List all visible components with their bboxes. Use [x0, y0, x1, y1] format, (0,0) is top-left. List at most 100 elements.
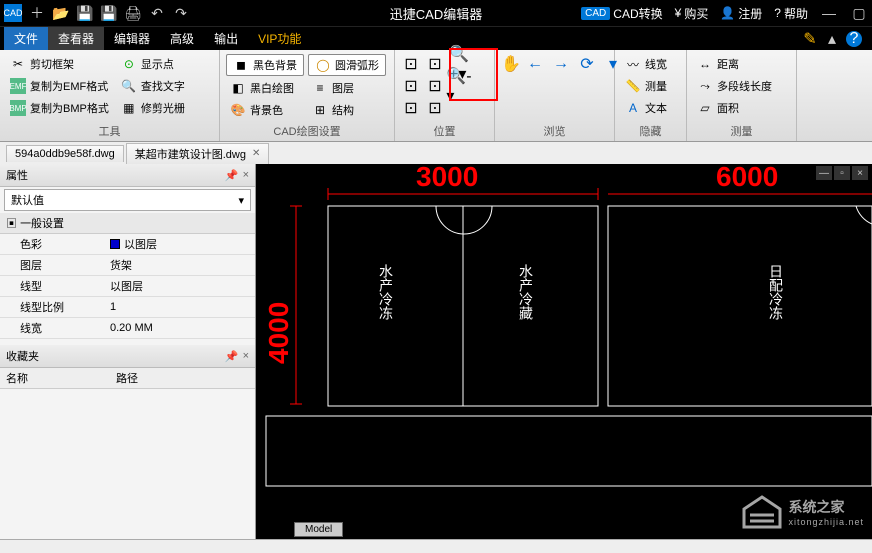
distance-button[interactable]: ↔距离: [693, 54, 776, 74]
cad-convert-button[interactable]: CADCAD转换: [581, 5, 662, 22]
new-icon[interactable]: ＋: [28, 4, 46, 22]
points-icon: ⊙: [121, 56, 137, 72]
drawing-canvas[interactable]: — ▫ × 3000 6000 4000 水产冷冻 水产冷藏 日配冷冻: [256, 164, 872, 539]
redo-icon[interactable]: ↷: [172, 4, 190, 22]
yen-icon: ¥: [675, 6, 682, 20]
tab-viewer[interactable]: 查看器: [48, 27, 104, 50]
status-bar: [0, 539, 872, 553]
help-circle-icon[interactable]: ?: [846, 31, 862, 47]
favorites-header: 收藏夹 📌×: [0, 345, 255, 368]
cad-drawing: 3000 6000 4000 水产冷冻 水产冷藏 日配冷冻: [256, 164, 872, 524]
fav-col-path[interactable]: 路径: [110, 368, 220, 388]
layers-button[interactable]: ≡图层: [308, 78, 386, 98]
pos-4-button[interactable]: ⊡: [425, 54, 445, 74]
fav-col-name[interactable]: 名称: [0, 368, 110, 388]
edit-icon[interactable]: ✎: [802, 31, 818, 47]
default-value-dropdown[interactable]: 默认值 ▾: [4, 189, 251, 211]
save-icon[interactable]: 💾: [76, 4, 94, 22]
buy-button[interactable]: ¥购买: [675, 5, 709, 22]
minimize-icon[interactable]: —: [820, 4, 838, 22]
help-icon: ?: [774, 6, 781, 20]
app-icon[interactable]: CAD: [4, 4, 22, 22]
group-browse-label: 浏览: [501, 121, 608, 139]
file-tab-2[interactable]: 某超市建筑设计图.dwg✕: [126, 143, 270, 164]
file-tab-1[interactable]: 594a0ddb9e58f.dwg: [6, 145, 124, 162]
nav-left-button[interactable]: ←: [525, 54, 545, 74]
group-tools-label: 工具: [6, 121, 213, 139]
nav-right-button[interactable]: →: [551, 54, 571, 74]
open-icon[interactable]: 📂: [52, 4, 70, 22]
maximize-icon[interactable]: ▢: [850, 4, 868, 22]
tab-file[interactable]: 文件: [4, 27, 48, 50]
color-icon: 🎨: [230, 102, 246, 118]
smooth-arc-button[interactable]: ◯圆滑弧形: [308, 54, 386, 76]
pin-icon[interactable]: 📌: [225, 169, 239, 182]
help-button[interactable]: ?帮助: [774, 5, 808, 22]
black-bg-button[interactable]: ◼黑色背景: [226, 54, 304, 76]
titlebar: CAD ＋ 📂 💾 💾 🖨 ↶ ↷ 迅捷CAD编辑器 CADCAD转换 ¥购买 …: [0, 0, 872, 26]
room-2: 水产冷藏: [518, 264, 534, 320]
pos-5-button[interactable]: ⊡: [425, 76, 445, 96]
text-hide-button[interactable]: A文本: [621, 98, 671, 118]
pos-2-button[interactable]: ⊡: [401, 76, 421, 96]
pos-1-button[interactable]: ⊡: [401, 54, 421, 74]
layers-icon: ≡: [312, 80, 328, 96]
canvas-close-icon[interactable]: ×: [852, 166, 868, 180]
zoom-out-button[interactable]: 🔍-▾: [449, 76, 469, 96]
dim-4000: 4000: [263, 302, 294, 364]
pan-button[interactable]: ✋: [501, 54, 521, 74]
pos-3-button[interactable]: ⊡: [401, 98, 421, 118]
bw-icon: ◧: [230, 80, 246, 96]
group-position-label: 位置: [401, 121, 488, 139]
ribbon-tabs: 文件 查看器 编辑器 高级 输出 VIP功能 ✎ ▴ ?: [0, 26, 872, 50]
prop-row-linescale[interactable]: 线型比例1: [0, 297, 255, 318]
prop-row-linewidth[interactable]: 线宽0.20 MM: [0, 318, 255, 339]
quick-access-toolbar: CAD ＋ 📂 💾 💾 🖨 ↶ ↷: [4, 4, 190, 22]
panel-close-icon[interactable]: ×: [243, 350, 249, 363]
undo-icon[interactable]: ↶: [148, 4, 166, 22]
nav-refresh-button[interactable]: ⟳: [577, 54, 597, 74]
watermark: 系统之家 xitongzhijia.net: [742, 495, 864, 529]
canvas-min-icon[interactable]: —: [816, 166, 832, 180]
file-tabs: 594a0ddb9e58f.dwg 某超市建筑设计图.dwg✕: [0, 142, 872, 164]
struct-icon: ⊞: [312, 102, 328, 118]
tab-output[interactable]: 输出: [204, 27, 248, 50]
find-text-button[interactable]: 🔍查找文字: [117, 76, 189, 96]
tab-editor[interactable]: 编辑器: [104, 27, 160, 50]
copy-bmp-button[interactable]: BMP复制为BMP格式: [6, 98, 113, 118]
panel-close-icon[interactable]: ×: [243, 169, 249, 182]
canvas-max-icon[interactable]: ▫: [834, 166, 850, 180]
tab-vip[interactable]: VIP功能: [248, 27, 311, 50]
copy-emf-button[interactable]: EMF复制为EMF格式: [6, 76, 113, 96]
pin-icon[interactable]: 📌: [225, 350, 239, 363]
close-icon[interactable]: ✕: [252, 148, 260, 159]
linewidth-button[interactable]: 〰线宽: [621, 54, 671, 74]
prop-row-linetype[interactable]: 线型以图层: [0, 276, 255, 297]
register-button[interactable]: 👤注册: [720, 5, 762, 22]
print-icon[interactable]: 🖨: [124, 4, 142, 22]
room-1: 水产冷冻: [378, 264, 394, 320]
collapse-icon[interactable]: ▴: [824, 31, 840, 47]
general-section[interactable]: ▣ 一般设置: [0, 213, 255, 234]
poly-icon: ⤳: [697, 78, 713, 94]
blackbg-icon: ◼: [233, 57, 249, 73]
polyline-len-button[interactable]: ⤳多段线长度: [693, 76, 776, 96]
property-grid: 色彩以图层 图层货架 线型以图层 线型比例1 线宽0.20 MM: [0, 234, 255, 339]
saveall-icon[interactable]: 💾: [100, 4, 118, 22]
measure-hide-button[interactable]: 📏测量: [621, 76, 671, 96]
model-tab[interactable]: Model: [294, 522, 343, 537]
crop-frame-button[interactable]: ✂剪切框架: [6, 54, 113, 74]
trim-raster-button[interactable]: ▦修剪光栅: [117, 98, 189, 118]
area-button[interactable]: ▱面积: [693, 98, 776, 118]
structure-button[interactable]: ⊞结构: [308, 100, 386, 120]
tab-advanced[interactable]: 高级: [160, 27, 204, 50]
pos-6-button[interactable]: ⊡: [425, 98, 445, 118]
emf-icon: EMF: [10, 78, 26, 94]
show-points-button[interactable]: ⊙显示点: [117, 54, 189, 74]
bgcolor-button[interactable]: 🎨背景色: [226, 100, 304, 120]
dist-icon: ↔: [697, 56, 713, 72]
ruler-icon: 📏: [625, 78, 641, 94]
prop-row-layer[interactable]: 图层货架: [0, 255, 255, 276]
bw-draw-button[interactable]: ◧黑白绘图: [226, 78, 304, 98]
prop-row-color[interactable]: 色彩以图层: [0, 234, 255, 255]
